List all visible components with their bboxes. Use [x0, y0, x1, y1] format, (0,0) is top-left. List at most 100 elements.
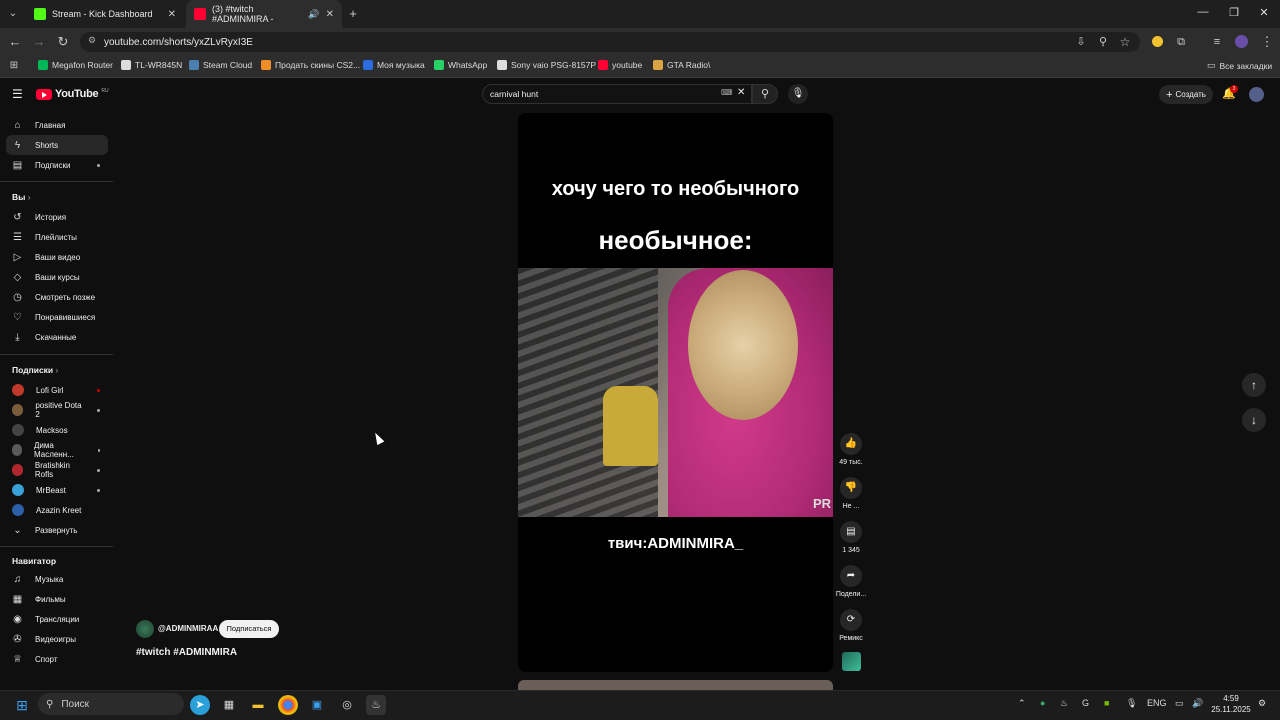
next-short-preview[interactable] — [518, 680, 833, 690]
sidebar-item-live[interactable]: ◉ Трансляции — [6, 609, 108, 629]
reload-icon[interactable]: ↻ — [54, 34, 72, 50]
back-icon[interactable]: ← — [6, 34, 24, 50]
profile-avatar[interactable] — [1235, 35, 1248, 48]
tray-app-icon[interactable]: ● — [1040, 698, 1045, 708]
bookmark-whatsapp[interactable]: WhatsApp — [434, 60, 487, 70]
share-button[interactable]: ➦ — [840, 565, 862, 587]
bookmark-cs2-skins[interactable]: Продать скины CS2... — [261, 60, 360, 70]
speaker-icon[interactable]: 🔊 — [308, 9, 319, 20]
chrome-icon[interactable] — [278, 695, 298, 715]
sidebar-item-history[interactable]: ↺ История — [6, 207, 108, 227]
microphone-icon[interactable]: 🎙 — [1126, 698, 1137, 709]
bookmark-gta-radio[interactable]: GTA Radio\ — [653, 60, 710, 70]
account-avatar[interactable] — [1249, 87, 1264, 102]
channel-name[interactable]: @ADMINMIRAA — [158, 624, 218, 633]
bookmark-steam-cloud[interactable]: Steam Cloud — [189, 60, 252, 70]
file-explorer-icon[interactable]: ▬ — [248, 695, 268, 715]
telegram-icon[interactable]: ➤ — [190, 695, 210, 715]
sidebar-sub-lofi-girl[interactable]: Lofi Girl — [6, 380, 108, 400]
sound-thumbnail[interactable] — [842, 652, 861, 671]
sidebar-sub-macksos[interactable]: Macksos — [6, 420, 108, 440]
tray-app-icon[interactable]: G — [1082, 698, 1089, 708]
sidebar-item-movies[interactable]: ▦ Фильмы — [6, 589, 108, 609]
tab-search-icon[interactable]: ⌄ — [4, 6, 22, 22]
sidebar-section-you[interactable]: Вы › — [12, 192, 31, 202]
apps-grid-icon[interactable]: ⊞ — [5, 58, 23, 74]
close-tab-icon[interactable]: ✕ — [326, 9, 334, 20]
steam-icon[interactable]: ♨ — [366, 695, 386, 715]
site-info-icon[interactable]: ⚙ — [88, 35, 96, 46]
sidebar-item-playlists[interactable]: ☰ Плейлисты — [6, 227, 108, 247]
extensions-puzzle-icon[interactable]: ⧉ — [1172, 34, 1190, 50]
notifications-icon[interactable]: ⚙ — [1258, 698, 1266, 709]
address-bar[interactable]: ⚙ youtube.com/shorts/yxZLvRyxI3E — [80, 32, 1140, 52]
bookmark-sony-vaio[interactable]: Sony vaio PSG-8157P — [497, 60, 596, 70]
taskbar-clock[interactable]: 4:59 25.11.2025 — [1208, 693, 1254, 715]
zoom-icon[interactable]: ⚲ — [1094, 34, 1112, 50]
sidebar-item-your-courses[interactable]: ◇ Ваши курсы — [6, 267, 108, 287]
language-indicator[interactable]: ENG — [1147, 698, 1167, 708]
sidebar-item-music[interactable]: ♫ Музыка — [6, 569, 108, 589]
clear-search-icon[interactable]: ✕ — [737, 87, 745, 98]
channel-avatar[interactable] — [136, 620, 154, 638]
extension-icon[interactable] — [1152, 36, 1163, 47]
bookmark-megafon[interactable]: Megafon Router — [38, 60, 113, 70]
install-app-icon[interactable]: ⇩ — [1072, 34, 1090, 50]
search-button[interactable]: ⚲ — [752, 84, 778, 104]
next-short-button[interactable]: ↓ — [1242, 408, 1266, 432]
nvidia-icon[interactable]: ■ — [1104, 698, 1109, 708]
bookmark-star-icon[interactable]: ☆ — [1116, 34, 1134, 50]
tab-youtube-short[interactable]: (3) #twitch #ADMINMIRA - 🔊 ✕ — [186, 0, 342, 28]
dislike-button[interactable]: 👎 — [840, 477, 862, 499]
bookmark-tl-wr845n[interactable]: TL-WR845N — [121, 60, 182, 70]
bookmark-my-music[interactable]: Моя музыка — [363, 60, 425, 70]
keyboard-icon[interactable]: ⌨ — [721, 88, 733, 97]
all-bookmarks[interactable]: ▭ Все закладки — [1207, 60, 1272, 71]
short-video-player[interactable]: хочу чего то необычного необычное: PR тв… — [518, 113, 833, 672]
reading-list-icon[interactable]: ≡ — [1208, 34, 1226, 50]
windows-start-icon[interactable]: ⊞ — [12, 695, 32, 715]
sidebar-item-downloads[interactable]: ⤓ Скачанные — [6, 327, 108, 347]
sidebar-item-subscriptions[interactable]: ▤ Подписки — [6, 155, 108, 175]
sidebar-item-home[interactable]: ⌂ Главная — [6, 115, 108, 135]
obs-icon[interactable]: ◎ — [337, 695, 357, 715]
like-button[interactable]: 👍 — [840, 433, 862, 455]
comments-button[interactable]: ▤ — [840, 521, 862, 543]
minimize-icon[interactable]: — — [1188, 6, 1218, 18]
forward-icon[interactable]: → — [30, 34, 48, 50]
tray-overflow-icon[interactable]: ⌃ — [1018, 698, 1026, 709]
sidebar-item-sports[interactable]: ♕ Спорт — [6, 649, 108, 669]
hamburger-menu-icon[interactable]: ☰ — [12, 87, 23, 101]
taskbar-search[interactable]: ⚲ Поиск — [38, 693, 184, 715]
sidebar-item-shorts[interactable]: ϟ Shorts — [6, 135, 108, 155]
short-title[interactable]: #twitch #ADMINMIRA — [136, 647, 237, 658]
maximize-icon[interactable]: ❐ — [1219, 6, 1249, 19]
new-tab-icon[interactable]: + — [344, 6, 362, 22]
close-tab-icon[interactable]: ✕ — [168, 9, 176, 20]
tray-steam-icon[interactable]: ♨ — [1060, 698, 1068, 709]
sidebar-sub-azazin[interactable]: Azazin Kreet — [6, 500, 108, 520]
bookmark-youtube[interactable]: youtube — [598, 60, 642, 70]
sidebar-sub-bratishkin[interactable]: Bratishkin Rofls — [6, 460, 108, 480]
sidebar-item-gaming[interactable]: ✇ Видеоигры — [6, 629, 108, 649]
sidebar-sub-positive-dota[interactable]: positive Dota 2 — [6, 400, 108, 420]
sidebar-sub-dima[interactable]: Дима Масленн... — [6, 440, 108, 460]
previous-short-button[interactable]: ↑ — [1242, 373, 1266, 397]
sidebar-item-watch-later[interactable]: ◷ Смотреть позже — [6, 287, 108, 307]
create-button[interactable]: + Создать — [1159, 85, 1213, 104]
subscribe-button[interactable]: Подписаться — [219, 620, 279, 638]
sidebar-sub-mrbeast[interactable]: MrBeast — [6, 480, 108, 500]
voice-search-button[interactable]: 🎙 — [788, 84, 808, 104]
network-icon[interactable]: ▭ — [1175, 698, 1184, 709]
sidebar-expand[interactable]: ⌄ Развернуть — [6, 520, 108, 540]
volume-icon[interactable]: 🔊 — [1192, 698, 1203, 709]
store-icon[interactable]: ▦ — [219, 695, 239, 715]
tab-kick-dashboard[interactable]: Stream - Kick Dashboard ✕ — [26, 0, 184, 28]
remix-button[interactable]: ⟳ — [840, 609, 862, 631]
search-input[interactable]: carnival hunt ⌨ ✕ — [482, 84, 752, 104]
sidebar-section-subscriptions[interactable]: Подписки › — [12, 365, 58, 375]
sidebar-item-liked[interactable]: ♡ Понравившиеся — [6, 307, 108, 327]
browser-menu-icon[interactable]: ⋮ — [1258, 34, 1276, 50]
app-icon[interactable]: ▣ — [307, 695, 327, 715]
sidebar-item-your-videos[interactable]: ▷ Ваши видео — [6, 247, 108, 267]
